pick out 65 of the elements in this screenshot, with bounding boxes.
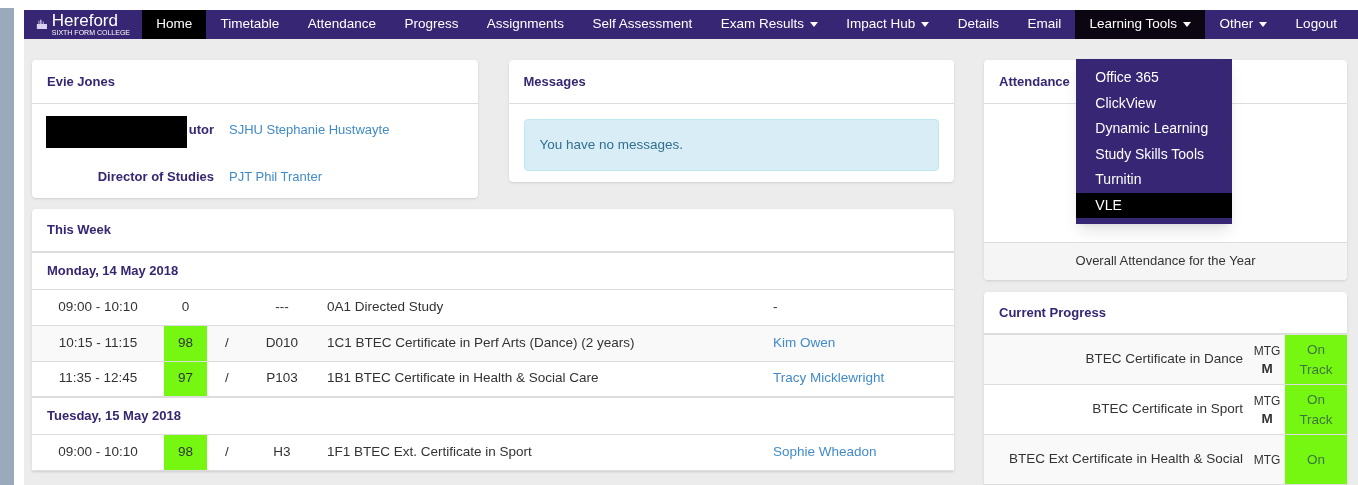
nav-tab[interactable]: Logout [1281,10,1352,39]
menu-item[interactable]: Office 365 [1076,65,1233,91]
nav-tab[interactable]: Details [943,10,1014,39]
table-cell-text: P103 [265,369,299,388]
mark-cell-text: 0 [180,297,191,316]
nav-tab[interactable]: Timetable [206,10,294,39]
target-grade: M [1261,359,1273,378]
nav-tab[interactable]: Attendance [293,10,391,39]
course-name: BTEC Certificate in Sport [1091,400,1244,419]
nav-tab[interactable]: Progress [390,10,473,39]
menu-item[interactable]: ClickView [1076,90,1233,116]
nav-tab[interactable]: Impact Hub [832,10,944,39]
staff-link[interactable]: PJT Phil Tranter [229,166,322,186]
card-footer: Overall Attendance for the Year [984,241,1347,280]
table-cell-text: 11:35 - 12:45 [57,369,139,388]
table-cell-text: 0A1 Directed Study [326,297,445,316]
status-cell: On Track [1285,385,1347,434]
table-cell-text: 10:15 - 11:15 [57,333,139,352]
table-cell-text: / [225,369,229,388]
field-label: utor [187,121,214,139]
table-cell-text: - [772,297,778,316]
table-cell-text: 09:00 - 10:10 [57,442,139,461]
nav-tab[interactable]: Home [142,10,207,39]
card-title: Evie Jones [32,59,478,104]
staff-link[interactable]: SJHU Stephanie Hustwayte [229,120,390,140]
table-cell-text: H3 [272,442,292,461]
teacher-link[interactable]: Kim Owen [759,325,836,361]
brand-name: Hereford [51,12,118,30]
table-cell-text: 1F1 BTEC Ext. Certificate in Sport [326,442,533,461]
menu-item[interactable]: Dynamic Learning [1076,116,1233,142]
table-cell-text: / [225,333,229,352]
field-label: Director of Studies [96,167,214,186]
day-heading: Monday, 14 May 2018 [32,252,954,290]
menu-item[interactable]: VLE [1076,192,1233,218]
table-cell-text: 09:00 - 10:10 [57,297,139,316]
target-label: MTG [1253,342,1281,360]
target-grade: M [1261,409,1273,428]
course-name: BTEC Ext Certificate in Health & Social [1007,450,1244,469]
nav-tab[interactable]: Exam Results [706,10,833,39]
target-label: MTG [1253,392,1281,410]
mark-cell: 98 [164,434,207,470]
status-cell: On Track [1285,335,1347,384]
teacher-link[interactable]: Sophie Wheadon [759,434,877,470]
menu-item[interactable]: Study Skills Tools [1076,141,1233,167]
mark-cell: 98 [164,325,207,361]
table-cell-text: D010 [264,333,300,352]
teacher-link[interactable]: Tracy Micklewright [759,361,885,396]
status-cell: On [1285,435,1347,484]
menu-item[interactable]: Turnitin [1076,167,1233,193]
card-title: This Week [32,209,954,253]
table-cell-text: 1C1 BTEC Certificate in Perf Arts (Dance) (2 years) [326,333,636,352]
table-cell-text: --- [274,297,290,316]
table-cell-text: 1B1 BTEC Certificate in Health & Social Care [326,369,600,388]
course-name: BTEC Certificate in Dance [1084,350,1244,369]
mark-cell: 97 [164,361,207,396]
day-heading: Tuesday, 15 May 2018 [32,397,954,435]
nav-tab[interactable]: Email [1013,10,1076,39]
table-cell-text: / [225,442,229,461]
card-title: Messages [508,59,954,104]
nav-tab[interactable]: Self Assessment [578,10,707,39]
nav-tab[interactable]: Assignments [472,10,579,39]
nav-tab[interactable]: Learning Tools [1075,10,1206,39]
nav-tab[interactable]: Other [1205,10,1282,39]
info-alert: You have no messages. [523,119,939,172]
target-label: MTG [1253,451,1281,469]
